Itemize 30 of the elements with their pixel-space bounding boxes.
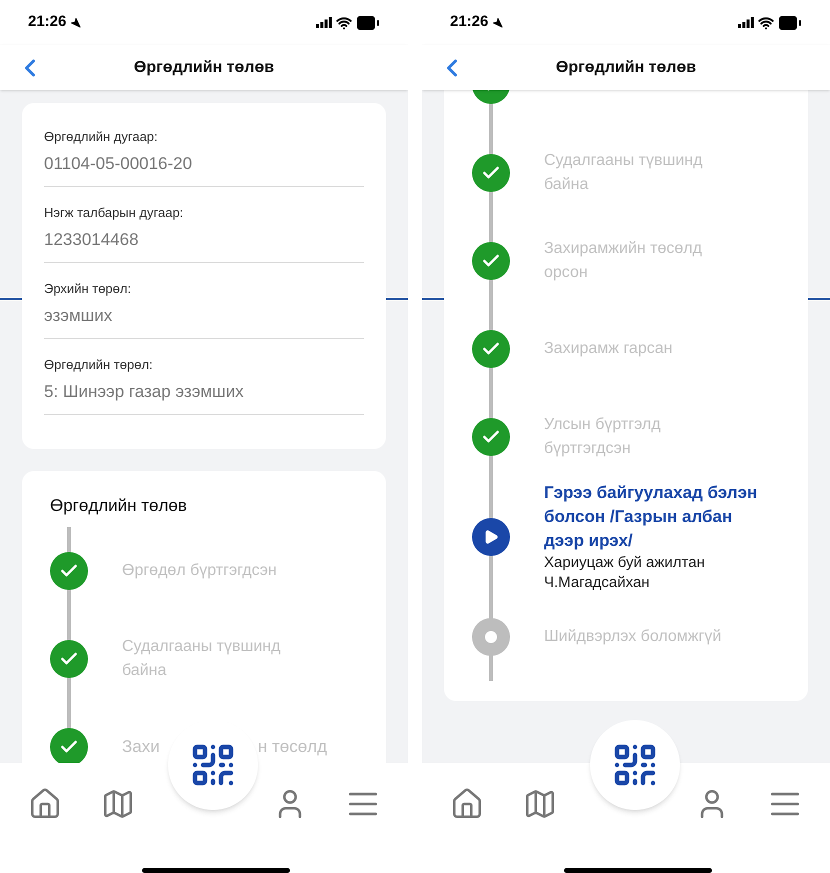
signal-icon	[316, 17, 332, 28]
field-value: эзэмших	[44, 304, 114, 326]
screen-title: Өргөдлийн төлөв	[556, 58, 696, 78]
step-label: Судалгааны түвшинд байна	[122, 637, 282, 681]
wifi-icon	[336, 14, 352, 30]
field-label: Өргөдлийн төрөл:	[44, 356, 154, 374]
step-note: Хариуцаж буй ажилтан Ч.Магадсайхан	[544, 553, 706, 593]
step-label: Гэрээ байгуулахад бэлэн болсон /Газрын албан дээр ирэх/	[544, 482, 758, 552]
field-value: 5: Шинээр газар эзэмших	[44, 380, 245, 402]
step-label: Шийдвэрлэх боломжгүй	[544, 627, 722, 647]
field-label: Эрхийн төрөл:	[44, 280, 132, 298]
field-label: Нэгж талбарын дугаар:	[44, 204, 184, 222]
status-time: 21:26	[28, 12, 66, 32]
step-label: Захирамжийн төсөлд орсон	[544, 239, 703, 283]
status-time: 21:26	[450, 12, 488, 32]
step-label: Судалгааны түвшинд байна	[544, 151, 704, 195]
location-icon	[492, 17, 504, 28]
screen-title: Өргөдлийн төлөв	[134, 58, 274, 78]
wifi-icon	[758, 14, 774, 30]
field-label: Өргөдлийн дугаар:	[44, 128, 159, 146]
step-label: Улсын бүртгэлд бүртгэгдсэн	[544, 415, 662, 459]
card-title: Өргөдлийн төлөв	[50, 496, 187, 515]
step-label: Захирамж гарсан	[544, 339, 674, 359]
signal-icon	[738, 17, 754, 28]
step-label: Өргөдөл бүртгэгдсэн	[122, 561, 278, 581]
step-label: н төсөлд	[258, 736, 327, 758]
location-icon	[70, 17, 82, 28]
field-value: 1233014468	[44, 228, 140, 250]
step-label: Захи	[122, 736, 160, 758]
field-value: 01104-05-00016-20	[44, 152, 194, 174]
